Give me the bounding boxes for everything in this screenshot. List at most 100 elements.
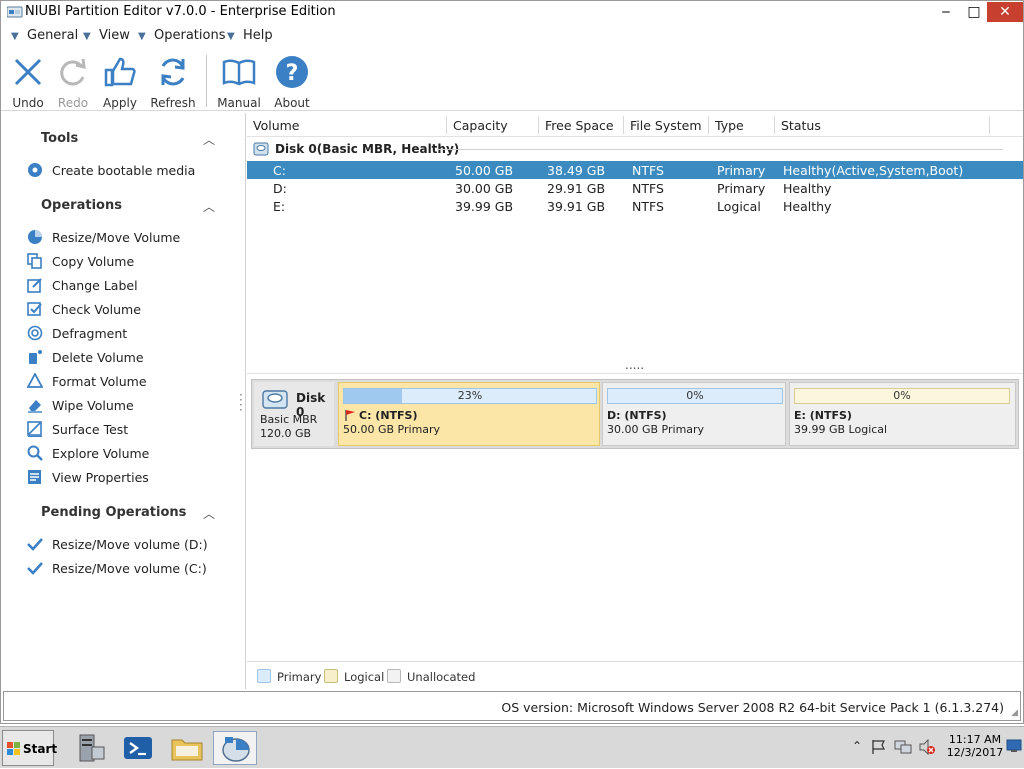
chevron-down-icon: ▼ <box>227 31 235 42</box>
column-divider[interactable] <box>446 116 447 134</box>
disk-map-style: Basic MBR <box>260 413 318 426</box>
collapse-operations-icon[interactable]: ︿ <box>203 198 215 215</box>
col-capacity[interactable]: Capacity <box>453 118 508 133</box>
chevron-down-icon: ▼ <box>11 31 19 42</box>
partition-block-e[interactable]: 0% E: (NTFS) 39.99 GB Logical <box>789 382 1016 446</box>
start-button[interactable]: Start <box>2 730 57 766</box>
usage-percent: 0% <box>893 389 911 402</box>
partition-name: D: (NTFS) <box>607 409 667 422</box>
window-title: NIUBI Partition Editor v7.0.0 - Enterpri… <box>25 4 336 19</box>
check-volume-label: Check Volume <box>52 302 141 317</box>
refresh-icon <box>161 58 185 86</box>
cell-free: 39.91 GB <box>547 199 606 214</box>
partition-name: C: (NTFS) <box>359 409 418 422</box>
menu-general[interactable]: ▼ General <box>11 28 78 43</box>
partition-block-c[interactable]: 23% C: (NTFS) 50.00 GB Primary <box>338 382 600 446</box>
column-divider[interactable] <box>774 116 775 134</box>
eraser-icon <box>28 400 42 413</box>
wipe-volume-label: Wipe Volume <box>52 398 134 413</box>
refresh-button[interactable]: Refresh <box>148 55 198 110</box>
menu-help-label: Help <box>243 28 273 43</box>
disk-map-label[interactable]: Disk 0 Basic MBR 120.0 GB <box>254 382 334 446</box>
sidebar: Tools ︿ Create bootable media Operations… <box>3 113 246 689</box>
clock[interactable]: 11:17 AM 12/3/2017 <box>944 733 1006 759</box>
resize-move-volume-label: Resize/Move Volume <box>52 230 181 245</box>
cell-volume: D: <box>273 181 287 196</box>
cell-type: Primary <box>717 163 766 178</box>
partition-name: E: (NTFS) <box>794 409 852 422</box>
legend: Primary Logical Unallocated <box>247 661 1023 689</box>
column-divider[interactable] <box>538 116 539 134</box>
delete-volume-label: Delete Volume <box>52 350 144 365</box>
pending-item-label: Resize/Move volume (D:) <box>52 537 208 552</box>
disc-icon <box>28 163 42 177</box>
partition-block-d[interactable]: 0% D: (NTFS) 30.00 GB Primary <box>602 382 786 446</box>
collapse-tools-icon[interactable]: ︿ <box>203 131 215 148</box>
pending-item-label: Resize/Move volume (C:) <box>52 561 207 576</box>
show-desktop-icon[interactable] <box>1006 739 1022 753</box>
table-row[interactable]: E: 39.99 GB 39.91 GB NTFS Logical Health… <box>247 197 1023 215</box>
apply-label: Apply <box>103 96 137 110</box>
table-row[interactable]: D: 30.00 GB 29.91 GB NTFS Primary Health… <box>247 179 1023 197</box>
manual-button[interactable]: Manual <box>215 55 263 110</box>
disk-row[interactable]: Disk 0(Basic MBR, Healthy) <box>247 139 1023 159</box>
table-row[interactable]: C: 50.00 GB 38.49 GB NTFS Primary Health… <box>247 161 1023 179</box>
column-header: Volume Capacity Free Space File System T… <box>247 113 1023 137</box>
explorer-taskbar-button[interactable] <box>165 731 209 765</box>
view-properties-label: View Properties <box>52 470 149 485</box>
about-button[interactable]: ? About <box>271 55 313 110</box>
column-divider[interactable] <box>623 116 624 134</box>
niubi-taskbar-button[interactable] <box>213 731 257 765</box>
menu-view[interactable]: ▼ View <box>83 28 130 43</box>
col-status[interactable]: Status <box>781 118 821 133</box>
menu-bar: ▼ General ▼ View ▼ Operations ▼ Help <box>1 25 1023 47</box>
powershell-taskbar-button[interactable] <box>116 731 160 765</box>
defragment-label: Defragment <box>52 326 128 341</box>
column-divider[interactable] <box>708 116 709 134</box>
about-label: About <box>274 96 310 110</box>
disk-map: Disk 0 Basic MBR 120.0 GB 23% C: (NTFS) … <box>251 379 1019 449</box>
minimize-button[interactable]: ‒ <box>931 2 961 22</box>
tools-section-title: Tools <box>41 131 79 146</box>
surface-test-icon <box>27 421 42 437</box>
panel-splitter-grip[interactable]: ..... <box>625 358 644 372</box>
maximize-button[interactable]: □ <box>959 2 989 22</box>
menu-general-label: General <box>27 28 79 43</box>
properties-icon <box>28 470 41 484</box>
menu-operations[interactable]: ▼ Operations <box>138 28 225 43</box>
cell-type: Logical <box>717 199 761 214</box>
hard-disk-icon <box>262 390 288 409</box>
cell-volume: E: <box>273 199 286 214</box>
column-divider[interactable] <box>989 116 990 134</box>
panel-splitter[interactable] <box>247 373 1023 374</box>
create-bootable-media-label: Create bootable media <box>52 163 196 178</box>
close-button[interactable]: ✕ <box>987 2 1023 22</box>
col-volume[interactable]: Volume <box>253 118 300 133</box>
network-icon[interactable] <box>894 739 912 755</box>
resize-grip-icon[interactable]: ◢ <box>1011 708 1018 718</box>
server-manager-taskbar-button[interactable] <box>68 731 112 765</box>
tray-expand-icon[interactable]: ⌃ <box>852 739 862 753</box>
col-file-system[interactable]: File System <box>630 118 702 133</box>
undo-x-icon <box>14 58 42 86</box>
sidebar-splitter-grip[interactable]: · · · · <box>239 389 243 416</box>
primary-swatch <box>257 669 271 683</box>
apply-button[interactable]: Apply <box>100 55 140 110</box>
col-type[interactable]: Type <box>715 118 744 133</box>
partition-detail: 39.99 GB Logical <box>794 423 888 436</box>
cell-status: Healthy(Active,System,Boot) <box>783 163 964 178</box>
action-center-flag-icon[interactable] <box>870 739 888 755</box>
question-icon: ? <box>276 56 308 88</box>
collapse-pending-icon[interactable]: ︿ <box>203 505 215 522</box>
disk-row-divider <box>437 149 1003 150</box>
redo-button[interactable]: Redo <box>54 55 92 110</box>
volume-muted-icon[interactable] <box>918 739 936 755</box>
menu-help[interactable]: ▼ Help <box>227 28 273 43</box>
col-free-space[interactable]: Free Space <box>545 118 614 133</box>
main-panel: Volume Capacity Free Space File System T… <box>247 113 1023 684</box>
manual-label: Manual <box>217 96 261 110</box>
copy-icon <box>27 253 42 269</box>
undo-button[interactable]: Undo <box>9 55 47 110</box>
menu-view-label: View <box>99 28 130 43</box>
niubi-app-icon <box>222 737 250 762</box>
